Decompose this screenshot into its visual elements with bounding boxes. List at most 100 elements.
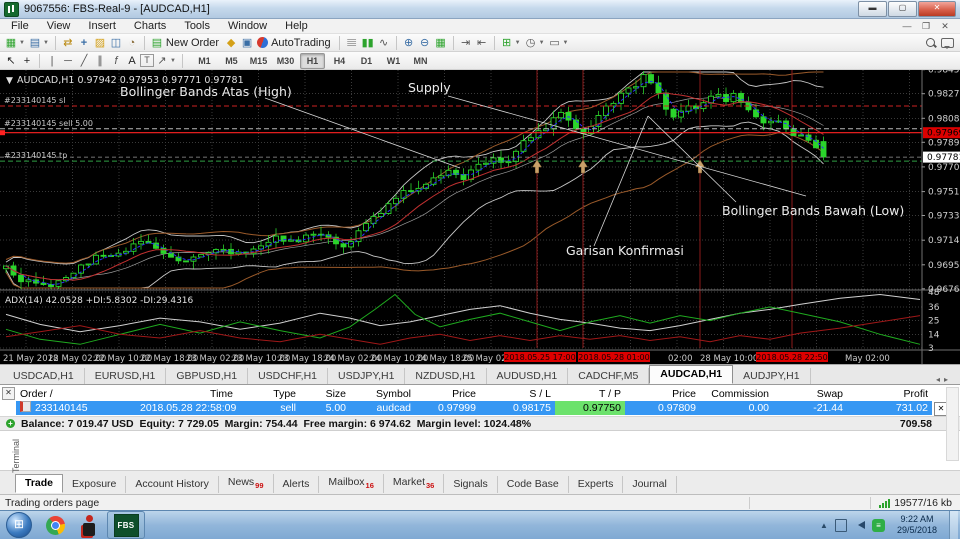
terminal-tab-account-history[interactable]: Account History <box>126 476 219 493</box>
terminal-tab-code-base[interactable]: Code Base <box>498 476 569 493</box>
chrome-taskbar-button[interactable] <box>39 512 71 538</box>
menu-item-charts[interactable]: Charts <box>125 20 175 32</box>
tab-scroll-arrows[interactable]: ◂▸ <box>936 375 960 384</box>
messenger-tray-icon[interactable]: ≡ <box>871 518 885 532</box>
cursor-icon[interactable]: ↖ <box>3 53 19 69</box>
chart-tab-gbpusd-h1[interactable]: GBPUSD,H1 <box>166 368 249 384</box>
terminal-tab-trade[interactable]: Trade <box>15 474 64 493</box>
terminal-scrollbar[interactable] <box>946 387 959 461</box>
chart[interactable]: #233140145 sl #233140145 sell 5.00 #233140… <box>0 70 960 364</box>
terminal-tab-mailbox[interactable]: Mailbox 16 <box>319 474 384 493</box>
fbs-taskbar-button[interactable]: FBS <box>107 511 145 539</box>
horizontal-line-icon[interactable]: ─ <box>60 53 76 69</box>
column-header-price[interactable]: Price <box>625 387 700 401</box>
new-chart-dropdown-icon[interactable]: ▼ <box>19 40 25 46</box>
chart-tab-usdchf-h1[interactable]: USDCHF,H1 <box>248 368 328 384</box>
terminal-tab-exposure[interactable]: Exposure <box>63 476 127 493</box>
menu-item-tools[interactable]: Tools <box>175 20 219 32</box>
chart-close-button[interactable]: ✕ <box>938 21 952 32</box>
taskbar-clock[interactable]: 9:22 AM 29/5/2018 <box>892 514 942 537</box>
fibonacci-icon[interactable]: f <box>108 53 124 69</box>
column-header-profit[interactable]: Profit <box>847 387 932 401</box>
column-header-symbol[interactable]: Symbol <box>350 387 415 401</box>
periods-dropdown-icon[interactable]: ▼ <box>539 40 545 46</box>
column-header-commission[interactable]: Commission <box>700 387 773 401</box>
title-bar[interactable]: 9067556: FBS-Real-9 - [AUDCAD,H1] ▬ ▢ ✕ <box>0 0 960 19</box>
new-chart-icon[interactable]: ▦ <box>3 35 19 51</box>
bar-chart-icon[interactable]: 𝄙 <box>344 35 360 51</box>
options-icon[interactable]: ▣ <box>239 35 255 51</box>
strategy-tester-icon[interactable]: ◔ <box>124 35 140 51</box>
show-desktop-button[interactable] <box>949 510 958 539</box>
menu-item-file[interactable]: File <box>2 20 38 32</box>
indicators-dropdown-icon[interactable]: ▼ <box>515 40 521 46</box>
timeframe-m30[interactable]: M30 <box>273 53 298 69</box>
order-row[interactable]: 233140145 2018.05.28 22:58:09 sell 5.00 audc… <box>16 401 932 415</box>
text-icon[interactable]: A <box>124 53 140 69</box>
maximize-button[interactable]: ▢ <box>888 1 917 17</box>
indicators-icon[interactable]: ⊞ <box>499 35 515 51</box>
templates-dropdown-icon[interactable]: ▼ <box>563 40 569 46</box>
chart-restore-button[interactable]: ❐ <box>919 21 933 32</box>
column-header-price[interactable]: Price <box>415 387 480 401</box>
vertical-line-icon[interactable]: | <box>44 53 60 69</box>
terminal-close-icon[interactable]: ✕ <box>2 387 15 400</box>
close-button[interactable]: ✕ <box>918 1 956 17</box>
column-header-s-l[interactable]: S / L <box>480 387 555 401</box>
timeframe-m1[interactable]: M1 <box>192 53 217 69</box>
terminal-icon[interactable]: ◫ <box>108 35 124 51</box>
terminal-tab-signals[interactable]: Signals <box>444 476 498 493</box>
start-button[interactable]: ⊞ <box>6 512 32 538</box>
timeframe-d1[interactable]: D1 <box>354 53 379 69</box>
arrows-icon[interactable]: ↗ <box>154 53 170 69</box>
line-chart-icon[interactable]: ∿ <box>376 35 392 51</box>
new-order-icon[interactable]: ▤ <box>149 35 165 51</box>
timeframe-h1[interactable]: H1 <box>299 52 325 69</box>
arrows-dropdown-icon[interactable]: ▼ <box>170 58 176 64</box>
chart-tab-audjpy-h1[interactable]: AUDJPY,H1 <box>733 368 811 384</box>
new-order-button[interactable]: New Order <box>166 37 219 49</box>
navigator-icon[interactable]: ▨ <box>92 35 108 51</box>
terminal-tab-alerts[interactable]: Alerts <box>274 476 320 493</box>
zoom-out-icon[interactable]: ⊖ <box>417 35 433 51</box>
auto-scroll-icon[interactable]: ⇥ <box>458 35 474 51</box>
text-label-icon[interactable]: T <box>140 54 154 67</box>
minimize-button[interactable]: ▬ <box>858 1 887 17</box>
market-watch-icon[interactable]: ⇄ <box>60 35 76 51</box>
timeframe-mn[interactable]: MN <box>408 53 433 69</box>
chart-minimize-button[interactable]: — <box>900 21 914 32</box>
profiles-icon[interactable]: ▤ <box>27 35 43 51</box>
templates-icon[interactable]: ▭ <box>547 35 563 51</box>
column-header-swap[interactable]: Swap <box>773 387 847 401</box>
chart-tab-nzdusd-h1[interactable]: NZDUSD,H1 <box>405 368 487 384</box>
search-icon[interactable] <box>926 38 935 47</box>
menu-item-view[interactable]: View <box>38 20 80 32</box>
zoom-in-icon[interactable]: ⊕ <box>401 35 417 51</box>
chat-icon[interactable] <box>941 37 954 49</box>
trendline-icon[interactable]: ╱ <box>76 53 92 69</box>
timeframe-m5[interactable]: M5 <box>219 53 244 69</box>
chart-tab-usdjpy-h1[interactable]: USDJPY,H1 <box>328 368 406 384</box>
periods-icon[interactable]: ◷ <box>523 35 539 51</box>
timeframe-h4[interactable]: H4 <box>327 53 352 69</box>
crosshair-icon[interactable]: + <box>19 53 35 69</box>
column-header-t-p[interactable]: T / P <box>555 387 625 401</box>
column-header-time[interactable]: Time <box>136 387 237 401</box>
chart-shift-icon[interactable]: ⇤ <box>474 35 490 51</box>
chart-tab-usdcad-h1[interactable]: USDCAD,H1 <box>3 368 85 384</box>
timeframe-w1[interactable]: W1 <box>381 53 406 69</box>
candlestick-icon[interactable]: ▮▮ <box>360 35 376 51</box>
menu-item-help[interactable]: Help <box>276 20 317 32</box>
action-center-icon[interactable] <box>834 518 847 532</box>
profiles-dropdown-icon[interactable]: ▼ <box>43 40 49 46</box>
terminal-tab-experts[interactable]: Experts <box>569 476 624 493</box>
terminal-tab-market[interactable]: Market 36 <box>384 474 445 493</box>
autotrading-button[interactable]: AutoTrading <box>271 37 331 49</box>
volume-icon[interactable] <box>854 521 865 529</box>
chart-tab-audusd-h1[interactable]: AUDUSD,H1 <box>487 368 569 384</box>
chart-tab-cadchf-m5[interactable]: CADCHF,M5 <box>568 368 650 384</box>
column-header-order[interactable]: Order / <box>16 387 136 401</box>
tile-windows-icon[interactable]: ▦ <box>433 35 449 51</box>
menu-item-window[interactable]: Window <box>219 20 276 32</box>
metaeditor-icon[interactable]: ◆ <box>223 35 239 51</box>
